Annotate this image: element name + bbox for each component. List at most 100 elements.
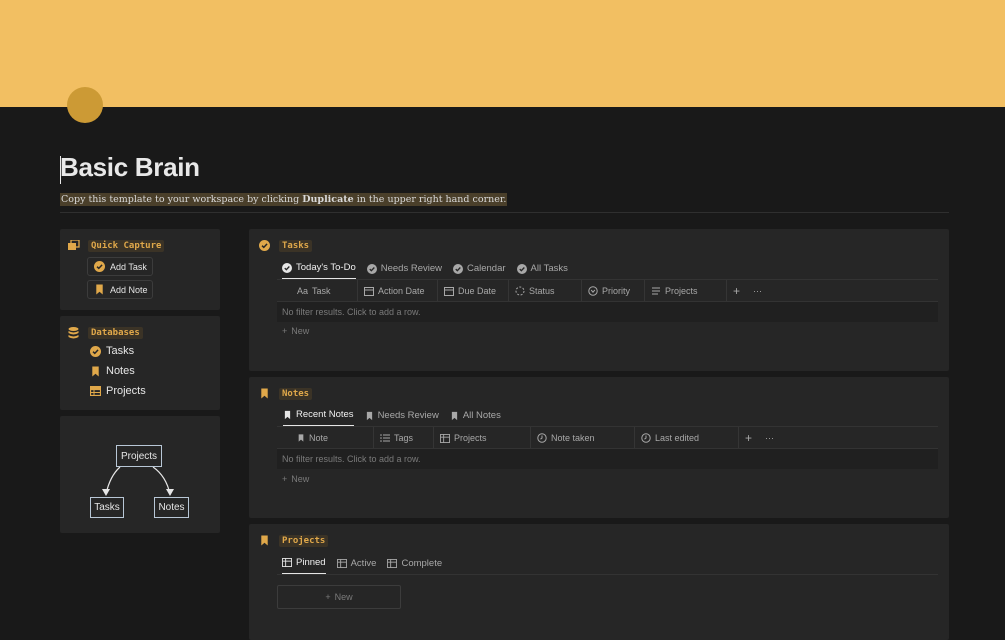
list-icon [380,433,390,443]
clock-icon [641,433,651,443]
diagram-node-notes: Notes [154,497,189,518]
tab-label: Calendar [466,263,506,274]
tab-todays-todo[interactable]: Today's To-Do [282,262,356,280]
add-column-button[interactable]: + [739,427,759,449]
table-icon [387,559,398,568]
column-label: Tags [394,433,414,443]
databases-label: Databases [88,327,143,339]
tab-label: Complete [401,558,443,569]
database-icon [68,327,79,339]
new-label: New [291,474,310,484]
tab-pinned[interactable]: Pinned [282,557,326,575]
tab-needs-review[interactable]: Needs Review [365,409,439,427]
column-tags[interactable]: Tags [374,427,434,449]
table-icon [336,559,347,568]
tab-active[interactable]: Active [336,557,376,575]
projects-new-button[interactable]: + New [277,585,401,609]
column-status[interactable]: Status [509,280,582,302]
column-projects[interactable]: Projects [434,427,531,449]
projects-label: Projects [279,535,329,547]
column-label: Note [309,433,329,443]
tasks-label: Tasks [279,240,313,252]
table-icon [90,386,101,396]
stack-icon [68,240,80,251]
page-cover[interactable] [0,0,1005,107]
add-task-button[interactable]: Add Task [87,257,153,276]
notes-label: Notes [279,388,313,400]
select-icon [588,286,598,296]
divider [60,212,949,213]
text-type-icon: Aa [297,286,309,296]
tab-label: Pinned [296,557,326,568]
page-icon[interactable] [67,87,103,123]
status-icon [515,286,525,296]
page-title[interactable]: Basic Brain [60,152,200,183]
table-icon [282,558,292,567]
tab-label: All Tasks [530,263,568,274]
bookmark-icon [365,411,374,421]
tasks-table-header: Aa Task Action Date Due Date Status Prior… [277,280,771,302]
tasks-new-row[interactable]: + New [282,326,309,336]
databases-link-tasks[interactable]: Tasks [90,345,134,357]
column-label: Note taken [551,433,595,443]
projects-card [249,524,949,640]
quick-capture-label: Quick Capture [88,240,165,252]
databases-link-label: Notes [106,365,135,377]
notes-empty-row[interactable]: No filter results. Click to add a row. [277,449,938,469]
column-task[interactable]: Aa Task [277,280,358,302]
tab-complete[interactable]: Complete [387,557,442,575]
diagram-arrows [102,466,174,496]
calendar-icon [364,286,374,296]
subtitle-text-bold: Duplicate [302,194,354,205]
more-options-button[interactable]: ··· [747,280,771,302]
notes-table-header: Note Tags Projects Note taken Last edite… [277,427,783,449]
clock-icon [537,433,547,443]
tab-label: Needs Review [377,410,439,421]
page-subtitle: Copy this template to your workspace by … [60,193,508,206]
check-circle-icon [366,263,377,274]
bookmark-icon [297,433,305,443]
tab-needs-review[interactable]: Needs Review [366,262,442,280]
databases-link-label: Tasks [106,345,135,357]
add-note-label: Add Note [110,284,148,295]
column-note[interactable]: Note [277,427,374,449]
tab-label: All Notes [462,410,501,421]
tab-all-tasks[interactable]: All Tasks [516,262,568,280]
tab-label: Recent Notes [296,409,354,420]
add-note-button[interactable]: Add Note [87,280,153,299]
column-label: Projects [665,286,698,296]
plus-icon: + [282,326,288,336]
column-note-taken[interactable]: Note taken [531,427,635,449]
tab-all-notes[interactable]: All Notes [450,409,501,427]
notes-views: Recent Notes Needs Review All Notes [283,409,501,427]
column-due-date[interactable]: Due Date [438,280,509,302]
tab-label: Needs Review [380,263,442,274]
tab-recent-notes[interactable]: Recent Notes [283,409,354,427]
tabs-divider [277,574,938,575]
tasks-empty-row[interactable]: No filter results. Click to add a row. [277,302,938,322]
calendar-icon [444,286,454,296]
check-circle-icon [452,263,463,274]
column-label: Status [529,286,555,296]
more-options-button[interactable]: ··· [759,427,783,449]
projects-views: Pinned Active Complete [282,557,442,575]
new-label: New [334,592,353,602]
column-priority[interactable]: Priority [582,280,645,302]
column-action-date[interactable]: Action Date [358,280,438,302]
column-projects[interactable]: Projects [645,280,727,302]
bookmark-icon [90,365,101,377]
subtitle-text-end: in the upper right hand corner. [353,194,507,205]
notes-new-row[interactable]: + New [282,474,309,484]
column-label: Task [312,286,331,296]
tab-calendar[interactable]: Calendar [452,262,506,280]
bookmark-icon [450,411,459,421]
databases-link-label: Projects [106,385,146,397]
column-label: Action Date [378,286,425,296]
databases-link-notes[interactable]: Notes [90,365,135,377]
column-last-edited[interactable]: Last edited [635,427,739,449]
table-icon [440,433,450,443]
column-label: Last edited [655,433,700,443]
databases-link-projects[interactable]: Projects [90,385,146,397]
subtitle-text-start: Copy this template to your workspace by … [61,194,303,205]
add-column-button[interactable]: + [727,280,747,302]
